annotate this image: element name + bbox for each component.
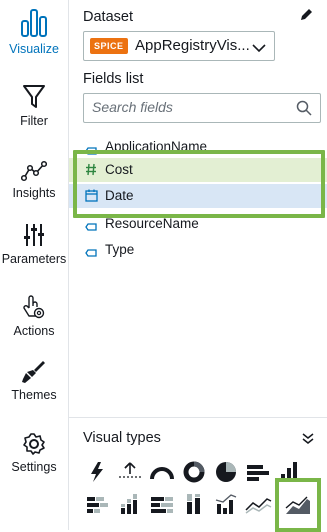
spice-badge: SPICE (90, 38, 128, 54)
nav-parameters[interactable]: Parameters (0, 222, 68, 266)
horizontal-bar-icon[interactable] (243, 458, 273, 486)
themes-icon (0, 360, 68, 384)
nav-insights[interactable]: Insights (0, 160, 68, 200)
line-chart-icon[interactable] (243, 490, 273, 518)
dataset-label: Dataset (83, 9, 133, 25)
area-line-chart-icon[interactable] (275, 478, 321, 532)
nav-settings[interactable]: Settings (0, 432, 68, 474)
nav-label-filter: Filter (20, 114, 48, 128)
vertical-stacked-bar-icon[interactable] (115, 490, 145, 518)
settings-icon (0, 432, 68, 456)
autograph-icon[interactable] (83, 458, 113, 486)
nav-label-parameters: Parameters (1, 252, 67, 266)
search-fields-box[interactable] (83, 93, 321, 123)
insights-icon (0, 160, 68, 182)
left-nav: Visualize Filter Insights Parameters Act… (0, 0, 69, 530)
fields-list-label: Fields list (83, 71, 144, 87)
donut-icon[interactable] (179, 458, 209, 486)
nav-label-insights: Insights (12, 186, 56, 200)
fields-highlight-outline (73, 150, 325, 218)
field-item-type[interactable]: Type (69, 238, 327, 262)
nav-label-visualize: Visualize (9, 42, 59, 56)
gauge-icon[interactable] (147, 458, 177, 486)
dataset-dropdown[interactable]: SPICE AppRegistryVis... (83, 31, 275, 61)
horizontal-stacked-100-bar-icon[interactable] (147, 490, 177, 518)
chevron-down-icon (252, 40, 266, 58)
visualize-panel: Dataset SPICE AppRegistryVis... Fields l… (69, 0, 327, 532)
nav-visualize[interactable]: Visualize (0, 8, 68, 56)
search-fields-input[interactable] (92, 98, 282, 116)
combo-chart-icon[interactable] (211, 490, 241, 518)
dataset-name: AppRegistryVis... (135, 37, 250, 54)
parameters-icon (0, 222, 68, 248)
visual-types-divider (69, 417, 327, 418)
nav-label-actions: Actions (13, 324, 55, 338)
nav-actions[interactable]: Actions (0, 294, 68, 338)
field-name: ResourceName (105, 216, 199, 231)
nav-label-themes: Themes (11, 388, 57, 402)
filter-icon (0, 84, 68, 110)
nav-label-settings: Settings (11, 460, 57, 474)
field-item-resourcename[interactable]: ResourceName (69, 212, 327, 236)
pencil-icon[interactable] (299, 8, 313, 27)
search-icon (296, 100, 312, 121)
nav-filter[interactable]: Filter (0, 84, 68, 128)
field-name: Type (105, 242, 135, 257)
horizontal-stacked-bar-icon[interactable] (83, 490, 113, 518)
kpi-icon[interactable] (115, 458, 145, 486)
pie-icon[interactable] (211, 458, 241, 486)
visual-types-label: Visual types (83, 430, 161, 446)
actions-icon (0, 294, 68, 320)
dimension-field-icon (85, 244, 97, 262)
double-chevron-down-icon[interactable] (301, 432, 315, 450)
vertical-stacked-100-bar-icon[interactable] (179, 490, 209, 518)
visualize-icon (0, 8, 68, 38)
dimension-field-icon (85, 218, 97, 236)
nav-themes[interactable]: Themes (0, 360, 68, 402)
